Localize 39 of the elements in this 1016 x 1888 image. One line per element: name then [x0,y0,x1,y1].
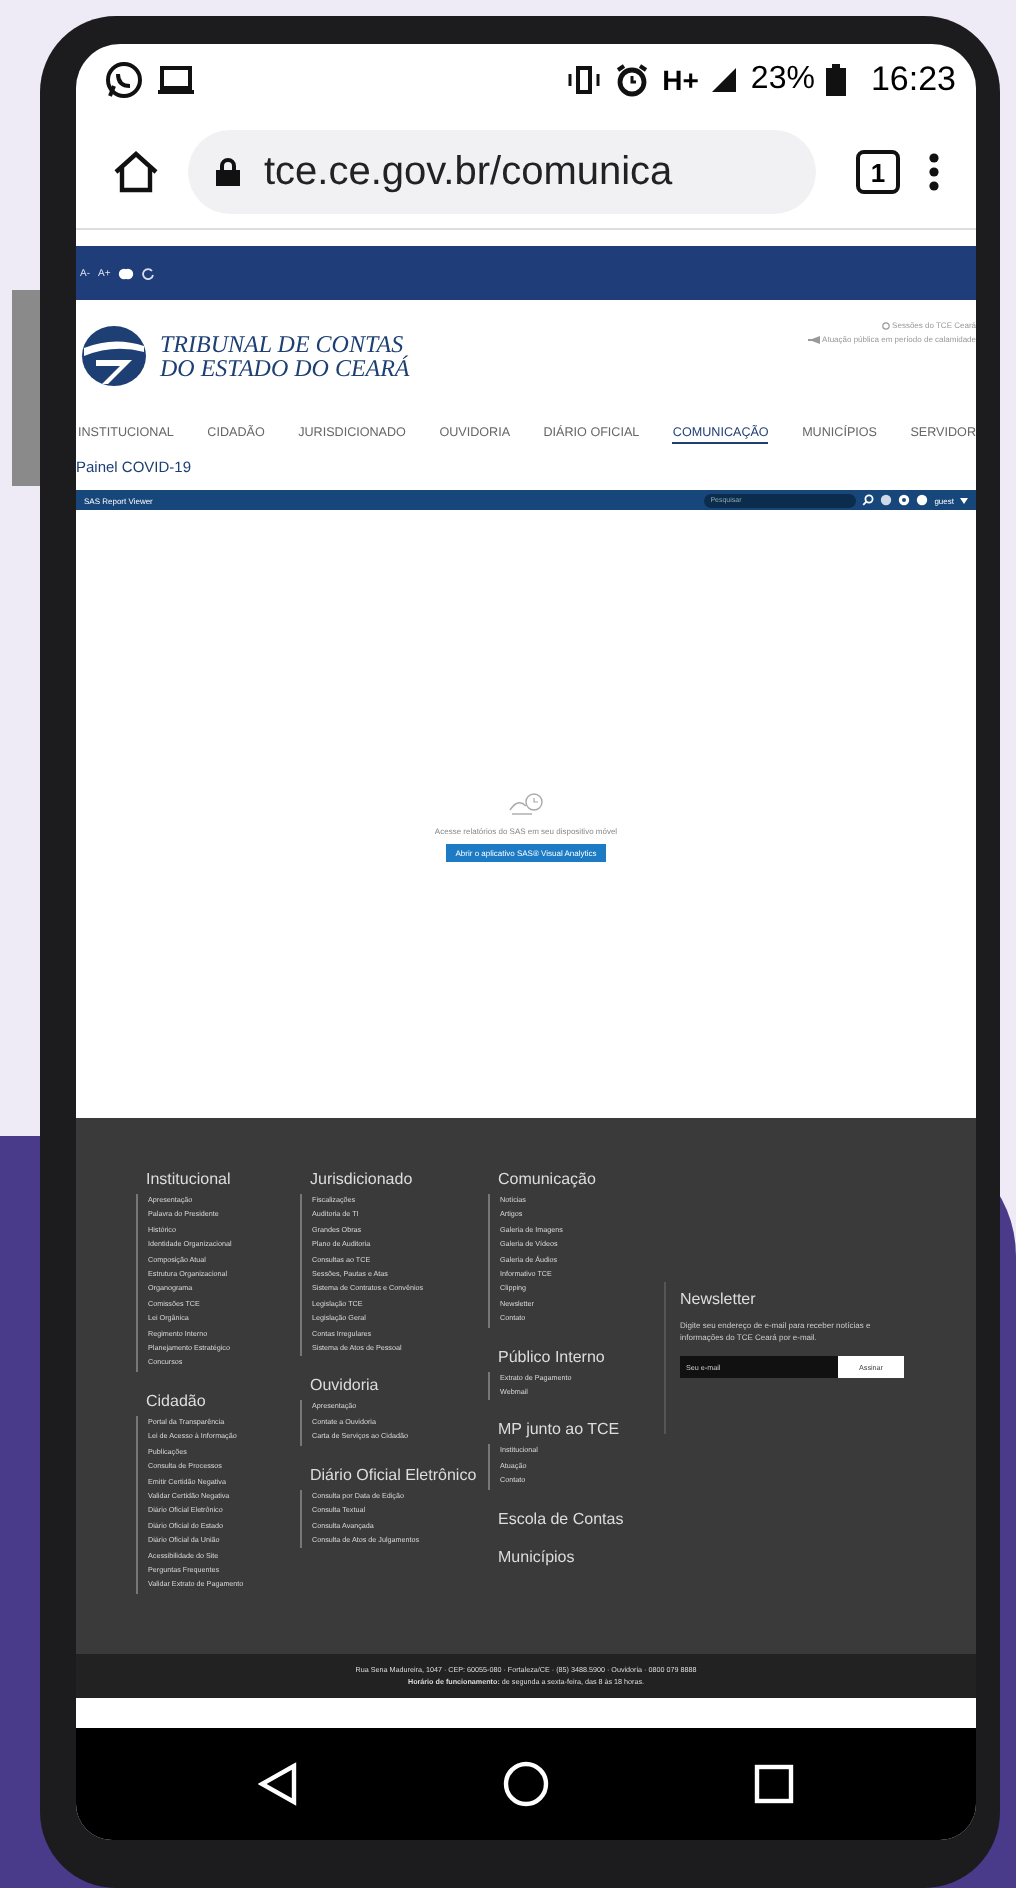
network-type: H+ [662,64,699,96]
battery-percent: 23% [750,62,815,98]
search-icon[interactable] [862,494,875,506]
footer-heading[interactable]: Ouvidoria [310,1376,498,1395]
alarm-clock-icon [614,62,651,98]
clock-icon [882,321,891,329]
logo-text[interactable]: DO ESTADO DO CEARÁ [160,356,410,380]
footer-heading[interactable]: MP junto ao TCE [498,1420,664,1439]
lock-icon [216,158,240,186]
signal-icon [710,66,739,94]
contrast-toggle-icon[interactable] [118,267,135,279]
footer-heading[interactable]: Público Interno [498,1347,664,1366]
megaphone-icon [808,335,821,343]
url-text: tce.ce.gov.br/comunica [264,149,673,195]
recents-icon[interactable] [754,1764,794,1804]
back-icon[interactable] [258,1762,298,1806]
footer-heading[interactable]: Diário Oficial Eletrônico [310,1465,498,1484]
footer-heading[interactable]: Jurisdicionado [310,1170,498,1188]
logo-text[interactable]: TRIBUNAL DE CONTAS [160,332,410,356]
address-bar[interactable]: tce.ce.gov.br/comunica [188,130,816,214]
footer-heading[interactable]: Comunicação [498,1170,664,1188]
battery-icon [826,64,847,96]
footer-heading[interactable]: Cidadão [146,1391,310,1410]
laptop-icon [156,64,196,96]
tab-count-button[interactable]: 1 [856,150,900,194]
settings-icon[interactable] [898,494,911,506]
clock-time: 16:23 [870,60,956,100]
caret-icon[interactable] [960,497,968,503]
newsletter-heading: Newsletter [680,1290,758,1308]
footer-heading[interactable]: Escola de Contas [498,1509,664,1528]
footer-heading[interactable]: Institucional [146,1170,310,1188]
home-icon[interactable] [112,150,160,194]
more-menu-icon[interactable] [928,152,940,192]
footer-heading[interactable]: Municípios [498,1547,664,1566]
reset-icon[interactable] [142,267,155,279]
vibrate-icon [566,64,603,96]
devices-illustration-icon [506,790,546,818]
logo-icon[interactable] [80,324,148,388]
chat-bubble-icon [104,60,144,100]
